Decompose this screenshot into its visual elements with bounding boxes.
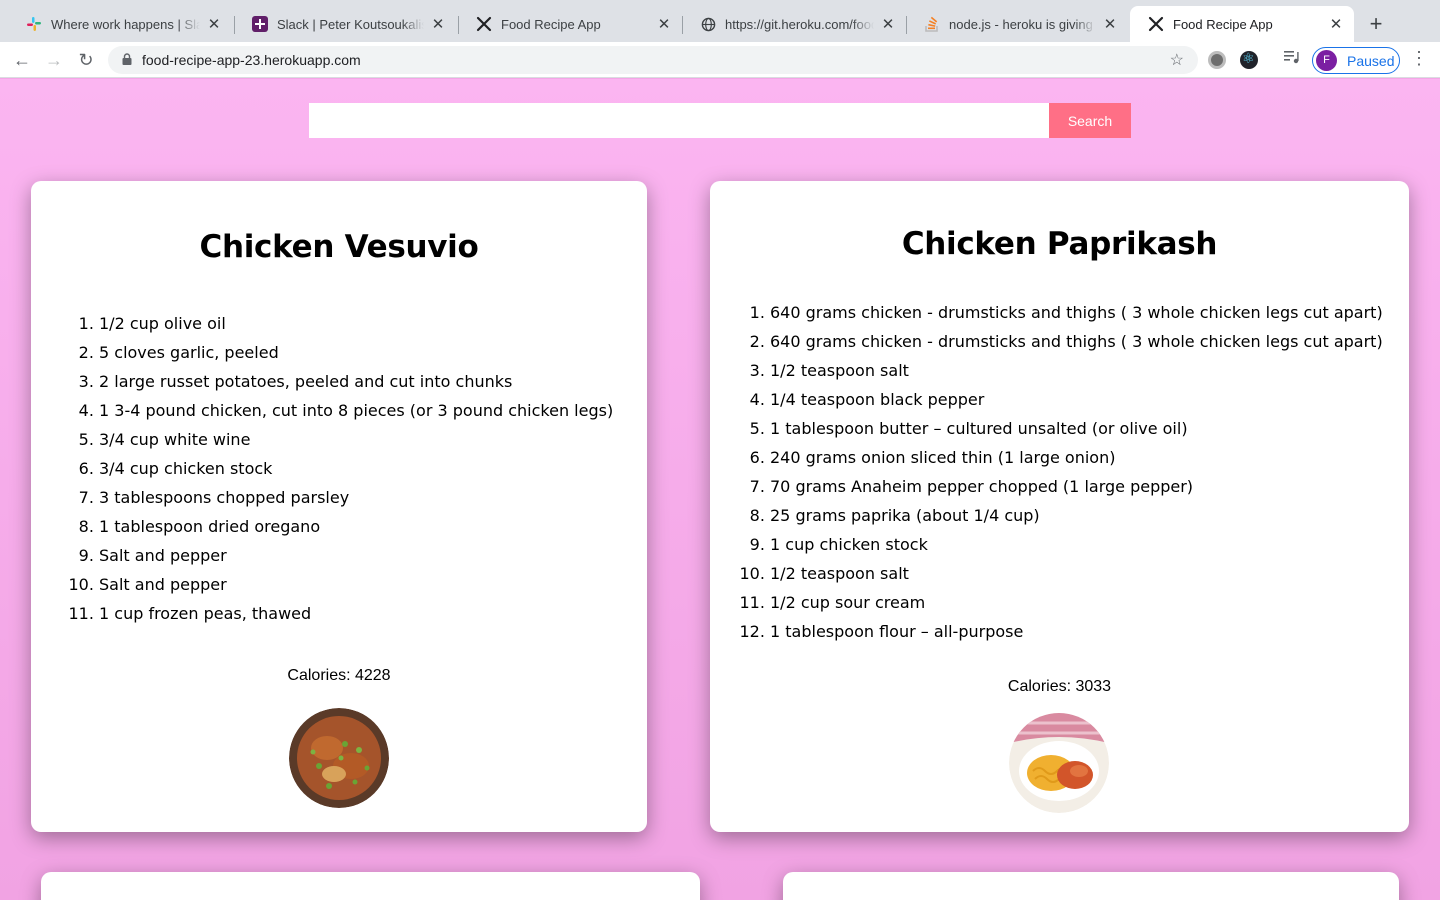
close-icon[interactable]: ✕ bbox=[880, 15, 896, 33]
ingredient-item: 2 large russet potatoes, peeled and cut … bbox=[99, 367, 613, 396]
profile-status: Paused bbox=[1347, 52, 1395, 69]
ingredient-item: 3/4 cup chicken stock bbox=[99, 454, 613, 483]
close-icon[interactable]: ✕ bbox=[1102, 15, 1118, 33]
new-tab-button[interactable]: + bbox=[1364, 12, 1388, 36]
recipe-image bbox=[1009, 713, 1109, 813]
ingredient-item: 1 tablespoon flour – all-purpose bbox=[770, 617, 1383, 646]
recipe-card: Chicken Vesuvio 1/2 cup olive oil 5 clov… bbox=[31, 181, 647, 832]
tab-title: https://git.heroku.com/food- bbox=[725, 16, 874, 32]
back-arrow-icon[interactable]: ← bbox=[10, 48, 34, 72]
react-devtools-icon[interactable] bbox=[1240, 50, 1258, 69]
globe-icon bbox=[700, 16, 716, 32]
tab-slack[interactable]: Where work happens | Slack ✕ bbox=[8, 6, 232, 42]
recipe-title: Chicken Paprikash bbox=[901, 226, 1218, 262]
ingredient-item: 3 tablespoons chopped parsley bbox=[99, 483, 613, 512]
search-button[interactable]: Search bbox=[1049, 103, 1131, 138]
reload-icon[interactable]: ↻ bbox=[74, 48, 98, 72]
ingredient-item: 1 cup frozen peas, thawed bbox=[99, 599, 613, 628]
ingredient-item: 1 tablespoon butter – cultured unsalted … bbox=[770, 414, 1383, 443]
search-input[interactable] bbox=[309, 103, 1049, 138]
fork-knife-icon bbox=[1148, 16, 1164, 32]
tab-title: Food Recipe App bbox=[1173, 16, 1273, 32]
recipe-card bbox=[783, 872, 1399, 900]
tab-food-recipe-app[interactable]: Food Recipe App ✕ bbox=[458, 6, 682, 42]
browser-toolbar: ← → ↻ food-recipe-app-23.herokuapp.com ☆… bbox=[0, 42, 1440, 78]
ingredient-item: 1/2 teaspoon salt bbox=[770, 559, 1383, 588]
ingredient-list: 640 grams chicken - drumsticks and thigh… bbox=[770, 298, 1383, 646]
tab-stackoverflow[interactable]: node.js - heroku is giving me ✕ bbox=[906, 6, 1128, 42]
ingredient-item: 1/2 cup sour cream bbox=[770, 588, 1383, 617]
slack-workspace-icon bbox=[252, 16, 268, 32]
recipe-image bbox=[289, 708, 389, 808]
recipe-calories: Calories: 4228 bbox=[287, 667, 391, 684]
bookmark-star-icon[interactable]: ☆ bbox=[1170, 50, 1184, 70]
avatar: F bbox=[1316, 50, 1337, 71]
recipe-card bbox=[41, 872, 700, 900]
slack-icon bbox=[26, 16, 42, 32]
recipe-card: Chicken Paprikash 640 grams chicken - dr… bbox=[710, 181, 1409, 832]
ingredient-item: Salt and pepper bbox=[99, 541, 613, 570]
ingredient-item: 1 3-4 pound chicken, cut into 8 pieces (… bbox=[99, 396, 613, 425]
close-icon[interactable]: ✕ bbox=[656, 15, 672, 33]
tab-title: Where work happens | Slack bbox=[51, 16, 200, 32]
ingredient-item: 1/2 teaspoon salt bbox=[770, 356, 1383, 385]
ingredient-list: 1/2 cup olive oil 5 cloves garlic, peele… bbox=[99, 309, 613, 628]
browser-tab-strip: Where work happens | Slack ✕ Slack | Pet… bbox=[0, 0, 1440, 42]
forward-arrow-icon[interactable]: → bbox=[42, 48, 66, 72]
address-bar[interactable]: food-recipe-app-23.herokuapp.com ☆ bbox=[108, 46, 1198, 74]
page-content: Search Chicken Vesuvio 1/2 cup olive oil… bbox=[0, 79, 1440, 900]
ingredient-item: 3/4 cup white wine bbox=[99, 425, 613, 454]
ingredient-item: 5 cloves garlic, peeled bbox=[99, 338, 613, 367]
tab-heroku-git[interactable]: https://git.heroku.com/food- ✕ bbox=[682, 6, 906, 42]
url-text: food-recipe-app-23.herokuapp.com bbox=[142, 52, 361, 68]
tab-food-recipe-app-active[interactable]: Food Recipe App ✕ bbox=[1130, 6, 1354, 42]
search-form: Search bbox=[309, 103, 1131, 138]
close-icon[interactable]: ✕ bbox=[206, 15, 222, 33]
tab-slack-workspace[interactable]: Slack | Peter Koutsoukalis | T ✕ bbox=[234, 6, 456, 42]
ingredient-item: 1 tablespoon dried oregano bbox=[99, 512, 613, 541]
extension-icon[interactable] bbox=[1208, 51, 1226, 69]
tab-title: Slack | Peter Koutsoukalis | T bbox=[277, 16, 424, 32]
close-icon[interactable]: ✕ bbox=[1328, 15, 1344, 33]
tab-title: Food Recipe App bbox=[501, 16, 601, 32]
tab-title: node.js - heroku is giving me bbox=[949, 16, 1096, 32]
ingredient-item: 70 grams Anaheim pepper chopped (1 large… bbox=[770, 472, 1383, 501]
lock-icon bbox=[122, 52, 136, 68]
media-controls-icon[interactable] bbox=[1284, 50, 1300, 68]
stackoverflow-icon bbox=[924, 16, 940, 32]
recipe-calories: Calories: 3033 bbox=[1007, 678, 1112, 695]
recipe-title: Chicken Vesuvio bbox=[199, 229, 479, 265]
ingredient-item: 1/2 cup olive oil bbox=[99, 309, 613, 338]
fork-knife-icon bbox=[476, 16, 492, 32]
ingredient-item: 25 grams paprika (about 1/4 cup) bbox=[770, 501, 1383, 530]
ingredient-item: 640 grams chicken - drumsticks and thigh… bbox=[770, 298, 1383, 327]
ingredient-item: 640 grams chicken - drumsticks and thigh… bbox=[770, 327, 1383, 356]
ingredient-item: 240 grams onion sliced thin (1 large oni… bbox=[770, 443, 1383, 472]
ingredient-item: Salt and pepper bbox=[99, 570, 613, 599]
menu-kebab-icon[interactable]: ⋮ bbox=[1410, 48, 1428, 69]
ingredient-item: 1 cup chicken stock bbox=[770, 530, 1383, 559]
ingredient-item: 1/4 teaspoon black pepper bbox=[770, 385, 1383, 414]
close-icon[interactable]: ✕ bbox=[430, 15, 446, 33]
profile-button[interactable]: F Paused bbox=[1312, 47, 1400, 74]
